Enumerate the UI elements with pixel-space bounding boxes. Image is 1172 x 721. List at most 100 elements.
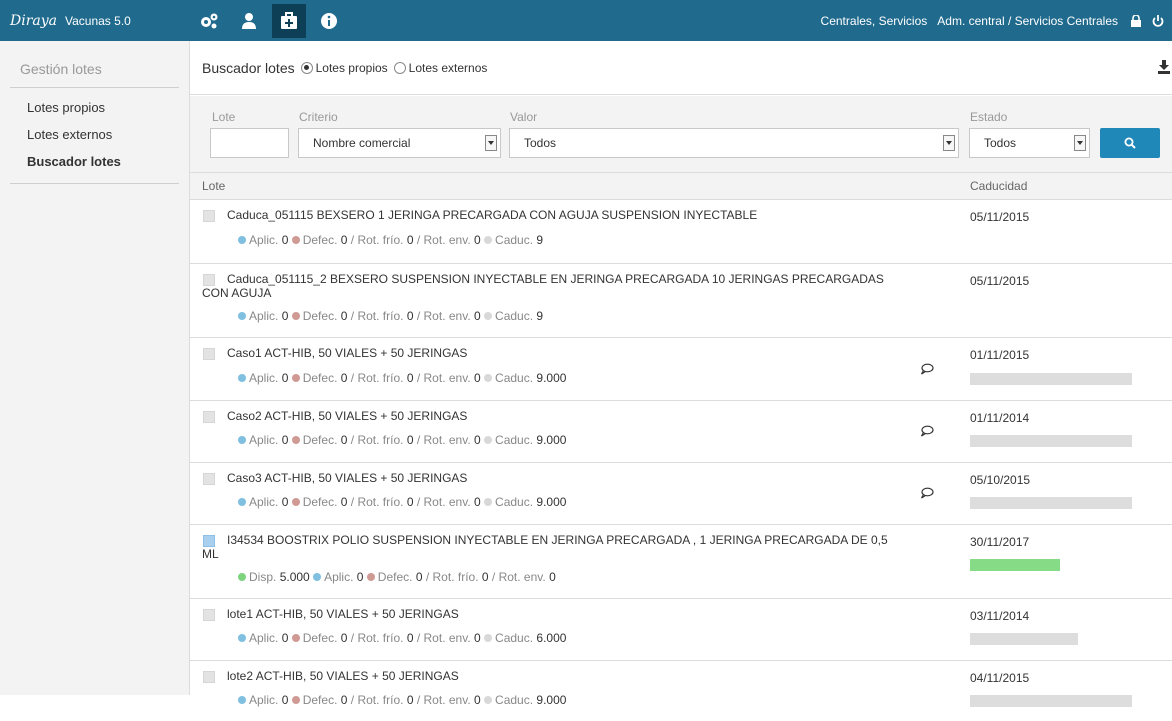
chevron-down-icon[interactable] xyxy=(1074,135,1086,151)
valor-value: Todos xyxy=(524,136,557,150)
lock-icon[interactable] xyxy=(1128,13,1144,29)
caduc-dot-icon xyxy=(484,696,493,704)
caduc-label: Caduc. xyxy=(495,495,534,509)
caducidad-bar xyxy=(970,373,1132,385)
lot-name: Caso1 ACT-HIB, 50 VIALES + 50 JERINGAS xyxy=(227,346,468,360)
power-icon[interactable] xyxy=(1150,13,1166,29)
defec-label: Defec. xyxy=(302,693,338,707)
aplic-dot-icon xyxy=(238,498,246,506)
aplic-value: 0 xyxy=(281,495,289,509)
table-row[interactable]: lote1 ACT-HIB, 50 VIALES + 50 JERINGAS A… xyxy=(190,599,1172,661)
context-location[interactable]: Centrales, Servicios xyxy=(821,14,928,28)
lot-name: lote2 ACT-HIB, 50 VIALES + 50 JERINGAS xyxy=(227,669,459,683)
defec-dot-icon xyxy=(291,374,300,382)
caduc-dot-icon xyxy=(484,436,493,444)
caduc-dot-icon xyxy=(484,236,493,244)
caducidad-date: 05/11/2015 xyxy=(970,274,1030,288)
lote-label: Lote xyxy=(212,110,236,124)
defec-label: Defec. xyxy=(302,495,338,509)
caducidad-bar xyxy=(970,695,1132,707)
rot-env-value: 0 xyxy=(474,631,481,645)
table-row[interactable]: Caso3 ACT-HIB, 50 VIALES + 50 JERINGAS A… xyxy=(190,463,1172,525)
rot-frio-value: 0 xyxy=(481,570,489,584)
col-caducidad[interactable]: Caducidad xyxy=(970,179,1027,193)
context-unit[interactable]: Adm. central / Servicios Centrales xyxy=(937,14,1118,28)
gears-icon[interactable] xyxy=(192,4,226,38)
valor-label: Valor xyxy=(510,110,538,124)
medical-case-icon[interactable] xyxy=(272,3,306,38)
lot-stats: Aplic. 0 Defec. 0 / Rot. frío. 0 / Rot. … xyxy=(238,631,566,645)
table-row[interactable]: I34534 BOOSTRIX POLIO SUSPENSION INYECTA… xyxy=(190,525,1172,599)
defec-value: 0 xyxy=(340,631,348,645)
radio-lotes-propios[interactable]: Lotes propios xyxy=(300,61,388,75)
caducidad-date: 03/11/2014 xyxy=(970,609,1030,623)
table-row[interactable]: Caso1 ACT-HIB, 50 VIALES + 50 JERINGAS A… xyxy=(190,338,1172,401)
rot-frio-value: 0 xyxy=(406,309,414,323)
comment-icon[interactable] xyxy=(920,487,934,502)
defec-dot-icon xyxy=(291,236,300,244)
table-row[interactable]: Caduca_051115 BEXSERO 1 JERINGA PRECARGA… xyxy=(190,200,1172,264)
aplic-value: 0 xyxy=(281,693,289,707)
download-icon[interactable] xyxy=(1158,60,1170,77)
comment-icon[interactable] xyxy=(920,425,934,440)
col-lote[interactable]: Lote xyxy=(202,179,225,193)
disp-value: 5.000 xyxy=(279,570,310,584)
aplic-dot-icon xyxy=(238,312,246,320)
lot-name: Caduca_051115_2 BEXSERO SUSPENSION INYEC… xyxy=(202,272,884,300)
rot-env-value: 0 xyxy=(474,693,481,707)
chevron-down-icon[interactable] xyxy=(943,135,955,151)
sidebar-item-lotes-externos[interactable]: Lotes externos xyxy=(10,121,179,148)
caduc-label: Caduc. xyxy=(495,371,534,385)
valor-select[interactable]: Todos xyxy=(509,128,959,158)
sidebar-item-lotes-propios[interactable]: Lotes propios xyxy=(10,94,179,121)
aplic-value: 0 xyxy=(281,433,289,447)
top-bar: Diraya Vacunas 5.0 Centrales, Servicios … xyxy=(0,0,1172,41)
radio-dot-selected[interactable] xyxy=(300,61,313,74)
aplic-value: 0 xyxy=(281,233,289,247)
chevron-down-icon[interactable] xyxy=(485,135,497,151)
caduc-dot-icon xyxy=(484,634,493,642)
criterio-select[interactable]: Nombre comercial xyxy=(298,128,501,158)
caducidad-date: 04/11/2015 xyxy=(970,671,1030,685)
aplic-dot-icon xyxy=(313,573,322,581)
rot-frio-value: 0 xyxy=(406,693,414,707)
table-row[interactable]: Caduca_051115_2 BEXSERO SUSPENSION INYEC… xyxy=(190,264,1172,338)
defec-value: 0 xyxy=(340,495,348,509)
sidebar-item-buscador-lotes[interactable]: Buscador lotes xyxy=(10,148,179,175)
rot-env-value: 0 xyxy=(474,371,481,385)
rot-frio-value: 0 xyxy=(406,233,414,247)
table-row[interactable]: lote2 ACT-HIB, 50 VIALES + 50 JERINGAS A… xyxy=(190,661,1172,721)
rot-env-value: 0 xyxy=(474,495,481,509)
info-icon[interactable] xyxy=(312,4,346,38)
user-icon[interactable] xyxy=(232,4,266,38)
top-right: Centrales, Servicios Adm. central / Serv… xyxy=(821,0,1172,41)
aplic-value: 0 xyxy=(281,309,289,323)
aplic-label: Aplic. xyxy=(249,433,279,447)
radio-label-externos: Lotes externos xyxy=(408,60,488,75)
search-button[interactable] xyxy=(1100,128,1160,158)
rot-frio-label: Rot. frío. xyxy=(357,631,404,645)
rot-env-value: 0 xyxy=(474,309,481,323)
rot-env-label: Rot. env. xyxy=(498,570,546,584)
lote-input[interactable] xyxy=(210,128,289,158)
aplic-value: 0 xyxy=(356,570,364,584)
page-title: Buscador lotes xyxy=(202,59,295,76)
defec-label: Defec. xyxy=(302,233,338,247)
radio-lotes-externos[interactable]: Lotes externos xyxy=(393,60,488,75)
aplic-label: Aplic. xyxy=(249,371,279,385)
table-header: Lote Caducidad xyxy=(190,173,1172,200)
disp-dot-icon xyxy=(238,573,246,581)
defec-value: 0 xyxy=(340,309,348,323)
estado-select[interactable]: Todos xyxy=(969,128,1090,158)
comment-icon[interactable] xyxy=(920,363,934,378)
rot-env-label: Rot. env. xyxy=(423,371,471,385)
aplic-label: Aplic. xyxy=(249,309,279,323)
defec-label: Defec. xyxy=(302,631,338,645)
rot-frio-label: Rot. frío. xyxy=(357,433,404,447)
caduc-label: Caduc. xyxy=(495,693,534,707)
caducidad-date: 05/10/2015 xyxy=(970,473,1031,487)
rot-frio-value: 0 xyxy=(406,371,414,385)
table-row[interactable]: Caso2 ACT-HIB, 50 VIALES + 50 JERINGAS A… xyxy=(190,401,1172,463)
radio-dot[interactable] xyxy=(393,61,406,74)
caduc-value: 9.000 xyxy=(536,693,567,707)
